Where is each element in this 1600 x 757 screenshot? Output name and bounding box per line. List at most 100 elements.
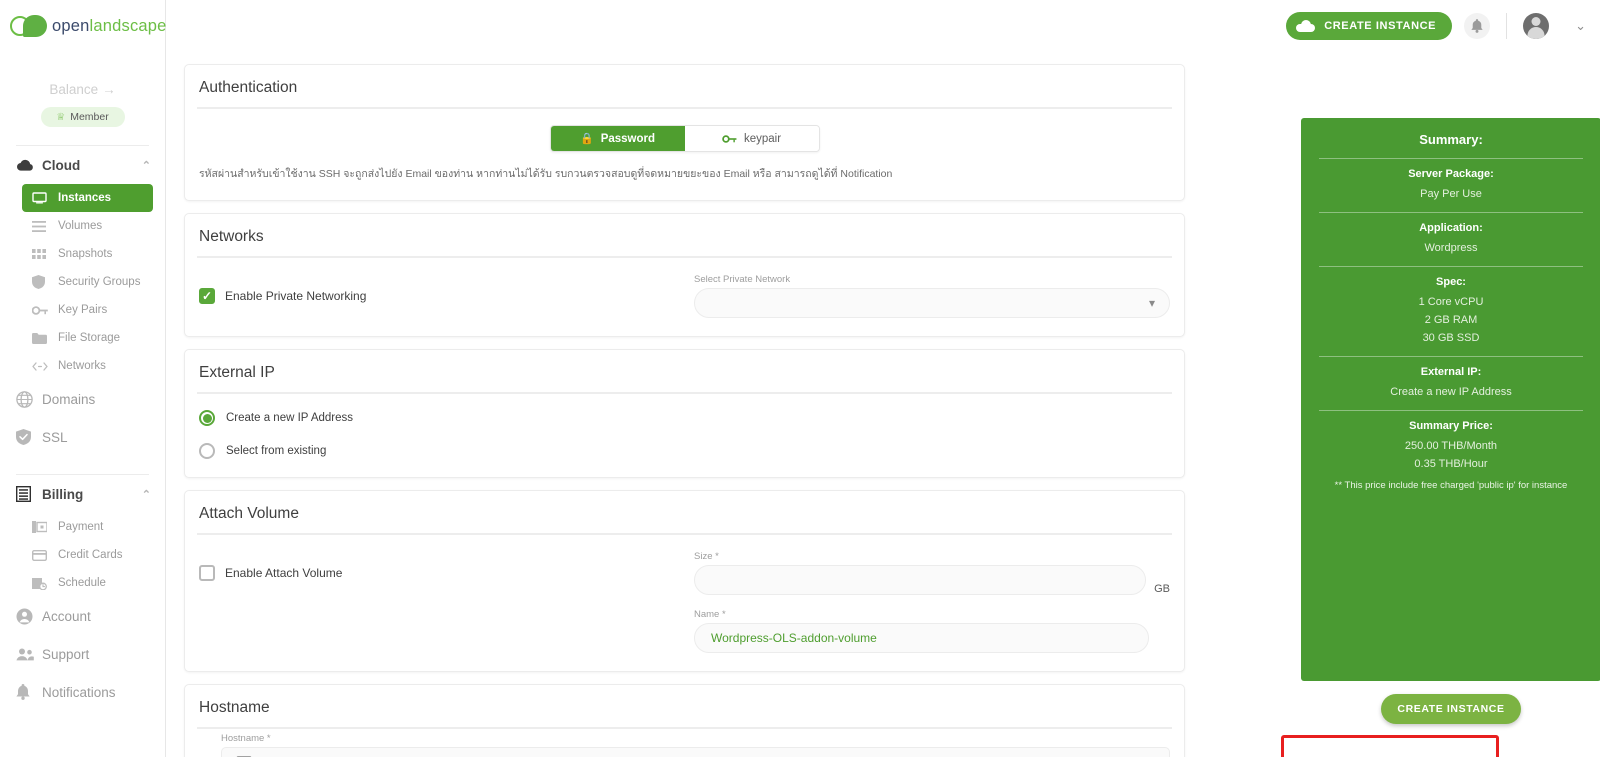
lock-icon: 🔒 [579, 133, 594, 145]
shield-check-icon [16, 429, 42, 445]
sidebar-item-security-groups[interactable]: Security Groups [22, 268, 153, 296]
select-private-network-field: Select Private Network [694, 274, 1170, 318]
app-root: openlandscape Balance → ♕ Member Cloud ⌃ … [0, 0, 1600, 757]
create-instance-top-label: CREATE INSTANCE [1324, 20, 1437, 32]
volume-size-input[interactable] [694, 565, 1147, 595]
sidebar-item-networks[interactable]: Networks [22, 352, 153, 380]
summary-server-package-label: Server Package: [1408, 168, 1494, 180]
cloud-icon [16, 159, 42, 172]
sidebar-item-credit-cards[interactable]: Credit Cards [22, 541, 153, 569]
hostname-field-label: Hostname * [221, 733, 271, 744]
billing-icon [16, 486, 42, 502]
summary-server-package: Server Package: Pay Per Use [1319, 159, 1583, 212]
crown-icon: ♕ [56, 111, 66, 123]
create-instance-top-button[interactable]: CREATE INSTANCE [1286, 12, 1453, 40]
authentication-title: Authentication [199, 79, 298, 96]
summary-title: Summary: [1419, 132, 1483, 147]
sidebar-item-credit-cards-label: Credit Cards [58, 549, 123, 561]
summary-price-month: 250.00 THB/Month [1404, 440, 1498, 452]
sidebar-group-billing[interactable]: Billing ⌃ [0, 475, 165, 513]
summary-server-package-value: Pay Per Use [1420, 188, 1482, 200]
sidebar-item-payment-label: Payment [58, 521, 104, 533]
member-badge: ♕ Member [40, 107, 125, 127]
sidebar: openlandscape Balance → ♕ Member Cloud ⌃ … [0, 0, 166, 757]
select-private-network-label: Select Private Network [694, 274, 791, 285]
auth-tab-keypair-label: keypair [743, 132, 782, 145]
create-instance-main-wrap: CREATE INSTANCE [1301, 681, 1600, 737]
select-private-network-dropdown[interactable] [694, 288, 1170, 318]
summary-panel: Summary: Server Package: Pay Per Use App… [1301, 118, 1600, 681]
sidebar-item-key-pairs[interactable]: Key Pairs [22, 296, 153, 324]
enable-private-networking-checkbox[interactable]: Enable Private Networking [199, 288, 694, 304]
bell-icon-top [1471, 19, 1483, 33]
radio-select-existing-ip[interactable]: Select from existing [199, 443, 1170, 459]
enable-attach-volume-checkbox[interactable]: Enable Attach Volume [199, 565, 694, 581]
sidebar-item-ssl[interactable]: SSL [0, 418, 165, 456]
sidebar-item-schedule[interactable]: Schedule [22, 569, 153, 597]
sidebar-item-notifications-label: Notifications [42, 684, 116, 700]
enable-attach-volume-label: Enable Attach Volume [225, 566, 343, 580]
sidebar-group-billing-label: Billing [42, 486, 84, 502]
hostname-body: Hostname * Wordpress-OLS กรุณาใส่เฉพาะตั… [199, 729, 1170, 757]
attach-volume-title: Attach Volume [199, 505, 299, 522]
chevron-up-icon-billing: ⌃ [141, 488, 151, 501]
grid-icon [32, 249, 58, 259]
sidebar-item-domains[interactable]: Domains [0, 380, 165, 418]
openlandscape-logo-icon [10, 15, 52, 37]
sidebar-item-snapshots[interactable]: Snapshots [22, 240, 153, 268]
summary-external-ip: External IP: Create a new IP Address [1319, 357, 1583, 410]
code-icon [32, 361, 58, 371]
create-instance-main-button[interactable]: CREATE INSTANCE [1381, 694, 1521, 724]
sidebar-item-key-pairs-label: Key Pairs [58, 304, 108, 316]
instance-form-column: Authentication 🔒 Password keypair รหัสผ่… [166, 52, 1201, 757]
auth-tab-keypair[interactable]: keypair [684, 126, 819, 151]
auth-method-toggle: 🔒 Password keypair [549, 125, 820, 152]
checkbox-box [199, 288, 215, 304]
key-icon [32, 305, 58, 315]
topbar: CREATE INSTANCE ⌄ [166, 0, 1600, 52]
notifications-bell-button[interactable] [1464, 13, 1491, 39]
chevron-up-icon: ⌃ [141, 159, 151, 172]
chevron-down-icon[interactable]: ⌄ [1575, 18, 1586, 34]
radio-create-new-ip-label: Create a new IP Address [226, 412, 353, 424]
sidebar-item-file-storage[interactable]: File Storage [22, 324, 153, 352]
credit-card-icon [32, 549, 58, 561]
globe-icon [16, 390, 42, 408]
summary-price-note: ** This price include free charged 'publ… [1334, 480, 1568, 491]
summary-application-value: Wordpress [1424, 242, 1478, 254]
sidebar-item-notifications[interactable]: Notifications [0, 673, 165, 711]
summary-price-label: Summary Price: [1409, 420, 1493, 432]
page-scrollbar[interactable] [1592, 104, 1600, 757]
volume-name-input[interactable]: Wordpress-OLS-addon-volume [694, 623, 1149, 653]
wallet-icon [32, 521, 58, 533]
monitor-icon [32, 192, 58, 204]
sidebar-item-support[interactable]: Support [0, 635, 165, 673]
sidebar-item-schedule-label: Schedule [58, 577, 106, 589]
support-people-icon [16, 648, 42, 661]
hostname-input[interactable]: Wordpress-OLS [221, 747, 1170, 757]
external-ip-title: External IP [199, 364, 275, 381]
sidebar-item-payment[interactable]: Payment [22, 513, 153, 541]
brand-name-part1: open [52, 16, 90, 35]
radio-create-new-ip[interactable]: Create a new IP Address [199, 410, 1170, 426]
summary-application: Application: Wordpress [1319, 213, 1583, 266]
attach-volume-body: Enable Attach Volume Size * GB Name * Wo… [199, 535, 1170, 671]
sidebar-group-cloud-label: Cloud [42, 157, 81, 173]
hostname-title: Hostname [199, 699, 270, 716]
sidebar-item-instances[interactable]: Instances [22, 184, 153, 212]
sidebar-item-volumes[interactable]: Volumes [22, 212, 153, 240]
summary-price: Summary Price: 250.00 THB/Month 0.35 THB… [1319, 411, 1583, 500]
auth-tab-password[interactable]: 🔒 Password [550, 126, 685, 151]
arrow-right-icon: → [102, 82, 116, 97]
brand-logo[interactable]: openlandscape [0, 0, 166, 52]
volume-size-unit: GB [1154, 583, 1170, 595]
summary-application-label: Application: [1419, 222, 1483, 234]
balance-link[interactable]: Balance → [0, 82, 165, 97]
radio-select-existing-ip-label: Select from existing [226, 445, 327, 457]
sidebar-item-account[interactable]: Account [0, 597, 165, 635]
sidebar-group-cloud[interactable]: Cloud ⌃ [0, 146, 165, 184]
sidebar-item-volumes-label: Volumes [58, 220, 103, 232]
avatar[interactable] [1523, 13, 1550, 39]
balance-label: Balance [49, 82, 99, 97]
volume-size-row: Size * GB [694, 551, 1170, 595]
